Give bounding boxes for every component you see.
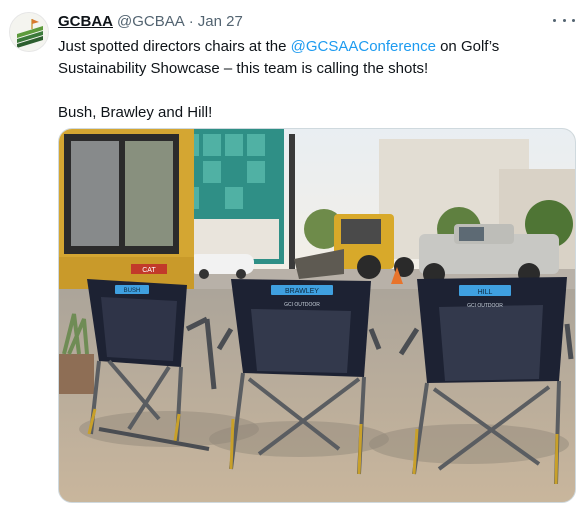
- tweet-text-line: Bush, Brawley and Hill!: [58, 104, 213, 121]
- display-name[interactable]: GCBAA: [58, 13, 113, 30]
- photo-illustration: CAT BUSH BRAWLEY GCI OUTDOOR HILL GCI OU…: [59, 129, 575, 502]
- gcbaa-logo-icon: [10, 13, 48, 51]
- chair-brand-label: GCI OUTDOOR: [467, 303, 503, 309]
- user-handle[interactable]: @GCBAA: [117, 13, 185, 30]
- tweet-header: GCBAA @GCBAA · Jan 27: [58, 13, 243, 33]
- text-segment: on Golf’s: [435, 38, 500, 55]
- more-dot: [572, 18, 575, 22]
- tweet-text: Just spotted directors chairs at the @GC…: [58, 36, 563, 124]
- more-dot: [553, 18, 556, 22]
- tweet-photo[interactable]: CAT BUSH BRAWLEY GCI OUTDOOR HILL GCI OU…: [58, 128, 576, 503]
- chair-name-tag: BRAWLEY: [285, 288, 319, 295]
- chair-brand-label: GCI OUTDOOR: [284, 302, 320, 308]
- tweet-text-line: Sustainability Showcase – this team is c…: [58, 60, 429, 77]
- machine-label: CAT: [142, 267, 156, 274]
- more-dot: [562, 18, 566, 22]
- mention-link[interactable]: @GCSAAConference: [291, 38, 436, 55]
- avatar[interactable]: [9, 12, 49, 52]
- tweet-card[interactable]: GCBAA @GCBAA · Jan 27 Just spotted direc…: [0, 0, 583, 513]
- text-segment: Just spotted directors chairs at the: [58, 38, 291, 55]
- separator-dot: ·: [188, 13, 194, 30]
- tweet-date[interactable]: Jan 27: [198, 13, 243, 30]
- chair-name-tag: BUSH: [124, 288, 141, 294]
- more-options-button[interactable]: [553, 11, 575, 29]
- chair-name-tag: HILL: [478, 289, 493, 296]
- tweet-text-line: Just spotted directors chairs at the @GC…: [58, 36, 563, 58]
